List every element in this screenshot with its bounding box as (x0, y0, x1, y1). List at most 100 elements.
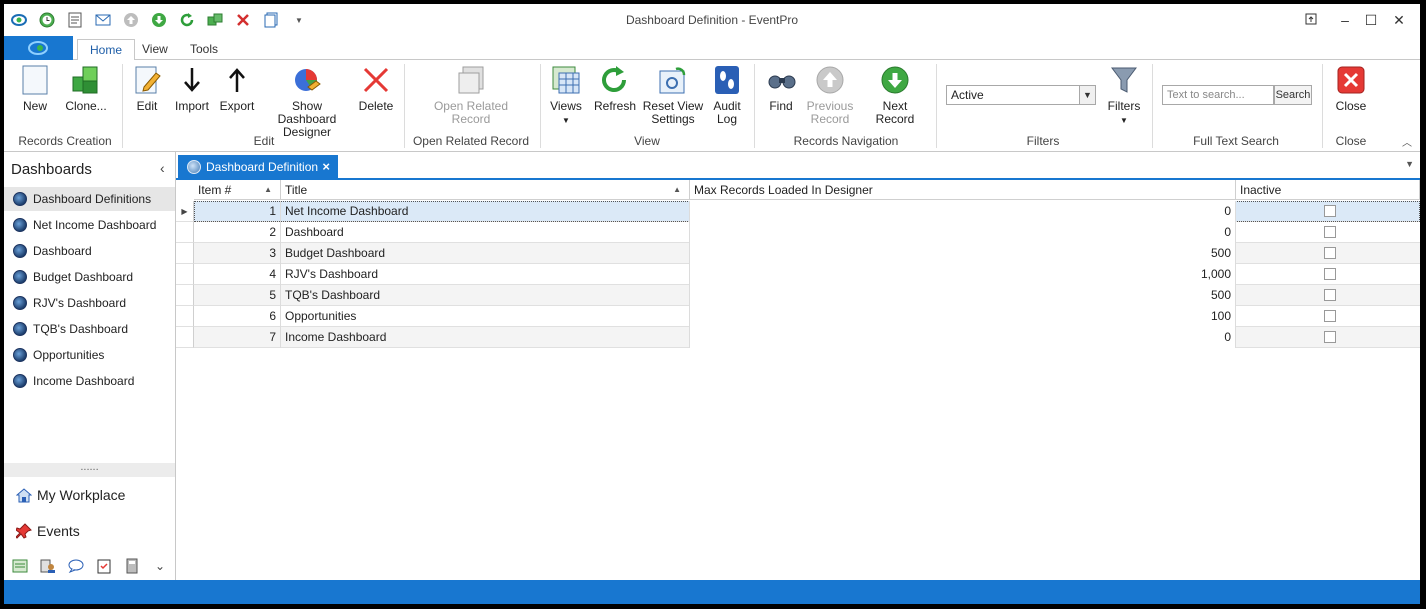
dashboard-icon (13, 348, 27, 362)
find-button[interactable]: Find (766, 64, 796, 113)
row-indicator-icon[interactable]: ▶ (176, 201, 194, 222)
tab-dashboard-definition[interactable]: Dashboard Definition × (178, 155, 338, 180)
more-nav-chevron-icon[interactable]: ⌄ (152, 558, 168, 574)
sidebar-item-budget-dashboard[interactable]: Budget Dashboard (4, 265, 175, 289)
sidebar-item-dashboard[interactable]: Dashboard (4, 239, 175, 263)
row-indicator[interactable] (176, 264, 194, 285)
close-window-button[interactable]: ✕ (1388, 10, 1410, 30)
maximize-button[interactable]: ☐ (1360, 10, 1382, 30)
footprints-icon (711, 64, 743, 96)
pin-icon[interactable] (1300, 10, 1322, 30)
tab-view[interactable]: View (130, 39, 180, 61)
dashboard-definition-tab-icon (187, 160, 201, 174)
previous-up-icon (814, 64, 846, 96)
row-indicator[interactable] (176, 243, 194, 264)
eventpro-app-logo-icon (28, 41, 48, 55)
group-separator (122, 64, 123, 148)
next-record-button[interactable]: Next Record (862, 64, 928, 126)
table-row[interactable]: 5 TQB's Dashboard 500 (194, 285, 1420, 306)
sidebar-item-rjvs-dashboard[interactable]: RJV's Dashboard (4, 291, 175, 315)
inactive-checkbox[interactable] (1324, 268, 1336, 280)
sidebar-item-tqbs-dashboard[interactable]: TQB's Dashboard (4, 317, 175, 341)
filters-button[interactable]: Filters ▼ (1104, 64, 1144, 127)
nav-my-workplace[interactable]: My Workplace (4, 480, 175, 510)
chat-bubble-icon[interactable] (68, 558, 84, 574)
nav-events[interactable]: Events (4, 516, 175, 546)
sidebar-item-dashboard-definitions[interactable]: Dashboard Definitions (4, 187, 175, 211)
audit-log-button[interactable]: Audit Log (710, 64, 744, 126)
application-button[interactable] (4, 36, 73, 60)
sidebar-splitter[interactable]: ...... (4, 462, 175, 477)
contacts-icon[interactable] (40, 558, 56, 574)
column-header-max-records[interactable]: Max Records Loaded In Designer (690, 180, 1236, 200)
table-row[interactable]: 2 Dashboard 0 (194, 222, 1420, 243)
import-button[interactable]: Import (174, 64, 210, 113)
group-open-related-record: Open Related Record (412, 134, 530, 148)
row-indicator[interactable] (176, 222, 194, 243)
column-header-title[interactable]: Title ▲ (281, 180, 690, 200)
funnel-icon (1108, 64, 1140, 96)
chevron-down-icon[interactable]: ▼ (1079, 86, 1095, 104)
calendar-list-icon[interactable] (12, 558, 28, 574)
column-header-item[interactable]: Item # ▲ (194, 180, 281, 200)
inactive-checkbox[interactable] (1324, 310, 1336, 322)
table-row[interactable]: 1 Net Income Dashboard 0 (194, 201, 1420, 222)
sidebar-item-opportunities[interactable]: Opportunities (4, 343, 175, 367)
table-row[interactable]: 7 Income Dashboard 0 (194, 327, 1420, 348)
clipboard-icon[interactable] (96, 558, 112, 574)
full-text-search-input[interactable]: Text to search... (1162, 85, 1274, 105)
minimize-button[interactable]: – (1334, 10, 1356, 30)
show-dashboard-designer-button[interactable]: Show Dashboard Designer (264, 64, 350, 139)
close-button[interactable]: Close (1330, 64, 1372, 113)
next-down-icon (879, 64, 911, 96)
records-grid: Item # ▲ Title ▲ Max Records Loaded In Des… (176, 180, 1420, 580)
sidebar-item-net-income-dashboard[interactable]: Net Income Dashboard (4, 213, 175, 237)
edit-pencil-icon (132, 64, 164, 96)
open-related-record-button[interactable]: Open Related Record (430, 64, 512, 126)
tab-tools[interactable]: Tools (178, 39, 230, 61)
table-row[interactable]: 6 Opportunities 100 (194, 306, 1420, 327)
new-document-icon (19, 64, 51, 96)
group-full-text-search: Full Text Search (1193, 134, 1279, 148)
inactive-checkbox[interactable] (1324, 331, 1336, 343)
tab-list-dropdown-icon[interactable]: ▼ (1405, 159, 1414, 169)
inactive-checkbox[interactable] (1324, 226, 1336, 238)
filter-select[interactable]: Active ▼ (946, 85, 1096, 105)
collapse-ribbon-icon[interactable]: ︿ (1402, 134, 1412, 149)
edit-button[interactable]: Edit (132, 64, 162, 113)
delete-button[interactable]: Delete (358, 64, 394, 113)
tab-home[interactable]: Home (77, 39, 136, 61)
new-button[interactable]: New (18, 64, 52, 113)
previous-record-button[interactable]: Previous Record (804, 64, 856, 126)
collapse-sidebar-icon[interactable]: ‹ (160, 160, 165, 176)
group-records-creation: Records Creation (18, 134, 112, 148)
search-button[interactable]: Search (1274, 85, 1312, 105)
row-indicator[interactable] (176, 285, 194, 306)
calculator-icon[interactable] (124, 558, 140, 574)
pie-chart-icon (291, 64, 323, 96)
table-row[interactable]: 3 Budget Dashboard 500 (194, 243, 1420, 264)
row-indicator[interactable] (176, 327, 194, 348)
group-separator (404, 64, 405, 148)
column-header-inactive[interactable]: Inactive (1236, 180, 1420, 200)
group-edit: Edit (253, 134, 275, 148)
import-arrow-icon (176, 64, 208, 96)
table-row[interactable]: 4 RJV's Dashboard 1,000 (194, 264, 1420, 285)
views-button[interactable]: Views ▼ (548, 64, 584, 127)
filters-dropdown-icon: ▼ (1120, 116, 1128, 125)
sidebar: Dashboards ‹ Dashboard Definitions Net I… (4, 152, 176, 580)
ribbon: New Clone... Records Creation Edit Impor… (4, 60, 1420, 152)
inactive-checkbox[interactable] (1324, 289, 1336, 301)
sort-ascending-icon: ▲ (264, 185, 272, 194)
clone-button[interactable]: Clone... (62, 64, 110, 113)
group-separator (540, 64, 541, 148)
window-title: Dashboard Definition - EventPro (625, 13, 799, 27)
refresh-button[interactable]: Refresh (594, 64, 636, 113)
inactive-checkbox[interactable] (1324, 205, 1336, 217)
export-button[interactable]: Export (218, 64, 256, 113)
inactive-checkbox[interactable] (1324, 247, 1336, 259)
row-indicator[interactable] (176, 306, 194, 327)
close-tab-icon[interactable]: × (322, 155, 330, 179)
reset-view-settings-button[interactable]: Reset View Settings (642, 64, 704, 126)
sidebar-item-income-dashboard[interactable]: Income Dashboard (4, 369, 175, 393)
